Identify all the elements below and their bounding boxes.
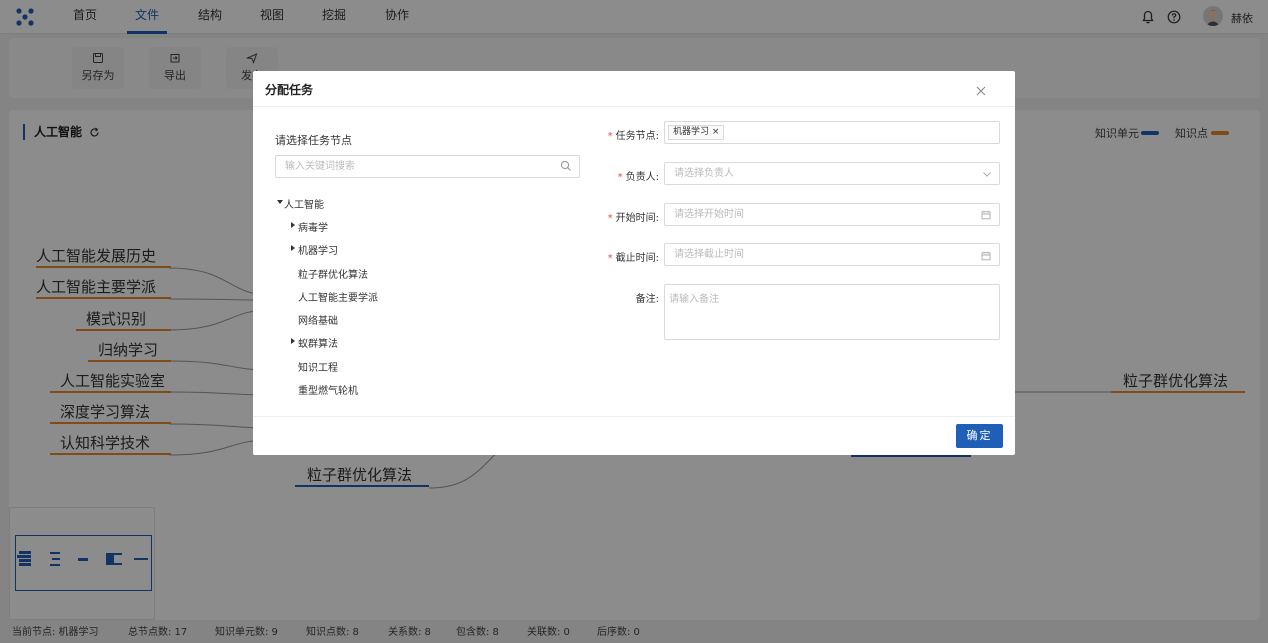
task-node-tag[interactable]: 机器学习 × [668, 125, 725, 140]
tree-node[interactable]: 机器学习 [298, 242, 338, 257]
calendar-icon[interactable] [981, 210, 991, 220]
dialog-title: 分配任务 [265, 83, 314, 97]
confirm-button[interactable]: 确定 [956, 424, 1003, 448]
assignee-select[interactable]: 请选择负责人 [664, 162, 1000, 185]
expand-caret-icon[interactable] [277, 200, 283, 204]
assignee-label-text: 负责人: [625, 172, 659, 183]
chevron-down-icon[interactable] [982, 169, 992, 179]
start-time-label: * 开始时间: [607, 213, 659, 224]
tree-node[interactable]: 重型燃气轮机 [298, 382, 358, 397]
end-time-label-text: 截止时间: [615, 253, 659, 264]
note-textarea[interactable]: 请输入备注 [664, 284, 1000, 340]
task-node-label: * 任务节点: [607, 131, 659, 142]
tree-node-root[interactable]: 人工智能 [284, 196, 324, 211]
collapse-caret-icon[interactable] [291, 338, 295, 344]
assignee-label: * 负责人: [617, 172, 659, 183]
tree-node[interactable]: 人工智能主要学派 [298, 289, 378, 304]
task-node-tag-text: 机器学习 [673, 127, 710, 137]
dialog-header-divider [253, 106, 1015, 107]
tree-heading: 请选择任务节点 [275, 134, 352, 147]
tree-node[interactable]: 粒子群优化算法 [298, 266, 368, 281]
tree-search-input[interactable]: 输入关键词搜索 [275, 155, 580, 178]
end-time-label: * 截止时间: [607, 253, 659, 264]
tree-node[interactable]: 网络基础 [298, 312, 338, 327]
start-time-picker[interactable]: 请选择开始时间 [664, 203, 1000, 226]
task-node-label-text: 任务节点: [615, 131, 659, 142]
collapse-caret-icon[interactable] [291, 222, 295, 228]
tree-node[interactable]: 知识工程 [298, 359, 338, 374]
tree-node[interactable]: 蚁群算法 [298, 335, 338, 350]
note-label: 备注: [635, 294, 659, 305]
end-time-picker[interactable]: 请选择截止时间 [664, 243, 1000, 266]
calendar-icon[interactable] [981, 251, 991, 261]
close-icon[interactable] [975, 85, 987, 97]
collapse-caret-icon[interactable] [291, 245, 295, 251]
tag-close-icon[interactable]: × [712, 127, 720, 137]
tree-node[interactable]: 病毒学 [298, 219, 328, 234]
dialog-footer-divider [253, 416, 1015, 417]
start-time-label-text: 开始时间: [615, 213, 659, 224]
assign-task-dialog: 分配任务 请选择任务节点 输入关键词搜索 人工智能 病毒学 机器学习 粒子群优化… [253, 71, 1015, 455]
